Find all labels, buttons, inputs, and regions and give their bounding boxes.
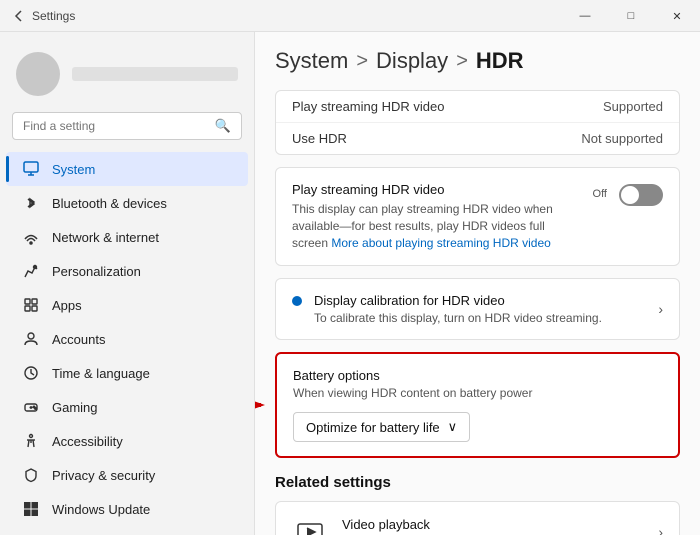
- apps-icon: [22, 296, 40, 314]
- network-icon: [22, 228, 40, 246]
- gaming-icon: [22, 398, 40, 416]
- sidebar-label-bluetooth: Bluetooth & devices: [52, 196, 167, 211]
- breadcrumb-hdr: HDR: [476, 48, 524, 74]
- streaming-hdr-card: Play streaming HDR video This display ca…: [275, 167, 680, 266]
- sidebar-label-gaming: Gaming: [52, 400, 98, 415]
- sidebar-label-accounts: Accounts: [52, 332, 105, 347]
- battery-dropdown-label: Optimize for battery life: [306, 420, 440, 435]
- personalization-icon: [22, 262, 40, 280]
- video-playback-icon: [292, 514, 328, 535]
- sidebar-label-time: Time & language: [52, 366, 150, 381]
- back-button[interactable]: Settings: [12, 9, 75, 23]
- summary-row-2: Use HDR Not supported: [276, 123, 679, 154]
- calibration-desc: To calibrate this display, turn on HDR v…: [314, 311, 602, 325]
- accessibility-icon: [22, 432, 40, 450]
- sidebar-item-accounts[interactable]: Accounts: [6, 322, 248, 356]
- streaming-hdr-toggle[interactable]: [619, 184, 663, 206]
- video-playback-text: Video playback Video adjustments, HDR st…: [342, 517, 615, 535]
- related-settings-title: Related settings: [275, 474, 680, 491]
- toggle-label: Off: [593, 188, 607, 200]
- breadcrumb-sep2: >: [456, 50, 468, 73]
- streaming-hdr-title: Play streaming HDR video: [292, 182, 577, 197]
- battery-dropdown-arrow-icon: ∨: [448, 419, 458, 435]
- sidebar-label-windows: Windows Update: [52, 502, 150, 517]
- red-arrow-annotation: [255, 375, 273, 435]
- sidebar-label-system: System: [52, 162, 95, 177]
- streaming-hdr-desc: This display can play streaming HDR vide…: [292, 201, 577, 251]
- breadcrumb: System > Display > HDR: [275, 48, 680, 74]
- user-name: [72, 67, 238, 81]
- accounts-icon: [22, 330, 40, 348]
- summary-key-2: Use HDR: [292, 131, 347, 146]
- sidebar-item-system[interactable]: System: [6, 152, 248, 186]
- sidebar-item-personalization[interactable]: Personalization: [6, 254, 248, 288]
- sidebar-item-time[interactable]: Time & language: [6, 356, 248, 390]
- user-avatar-section: [0, 44, 254, 112]
- window-controls: — □ ✕: [562, 0, 700, 32]
- battery-options-card: Battery options When viewing HDR content…: [275, 352, 680, 458]
- summary-key-1: Play streaming HDR video: [292, 99, 444, 114]
- sidebar-label-privacy: Privacy & security: [52, 468, 155, 483]
- summary-val-1: Supported: [603, 99, 663, 114]
- battery-section-wrapper: Battery options When viewing HDR content…: [275, 352, 680, 458]
- calibration-title: Display calibration for HDR video: [314, 293, 602, 308]
- sidebar-item-apps[interactable]: Apps: [6, 288, 248, 322]
- minimize-button[interactable]: —: [562, 0, 608, 32]
- content-area: System > Display > HDR Play streaming HD…: [255, 32, 700, 535]
- summary-table: Play streaming HDR video Supported Use H…: [275, 90, 680, 155]
- search-icon: 🔍: [215, 118, 231, 134]
- calibration-dot: [292, 296, 302, 306]
- sidebar-item-bluetooth[interactable]: Bluetooth & devices: [6, 186, 248, 220]
- breadcrumb-display: Display: [376, 48, 448, 74]
- calibration-card[interactable]: Display calibration for HDR video To cal…: [275, 278, 680, 340]
- system-icon: [22, 160, 40, 178]
- battery-dropdown[interactable]: Optimize for battery life ∨: [293, 412, 470, 442]
- maximize-button[interactable]: □: [608, 0, 654, 32]
- battery-options-title: Battery options: [293, 368, 662, 383]
- search-box[interactable]: 🔍: [12, 112, 242, 140]
- titlebar-title: Settings: [32, 9, 75, 23]
- calibration-chevron-icon: ›: [658, 301, 663, 317]
- bluetooth-icon: [22, 194, 40, 212]
- avatar: [16, 52, 60, 96]
- close-button[interactable]: ✕: [654, 0, 700, 32]
- toggle-group: Off: [593, 182, 663, 206]
- search-input[interactable]: [23, 119, 207, 133]
- calibration-text: Display calibration for HDR video To cal…: [314, 293, 602, 325]
- sidebar-label-apps: Apps: [52, 298, 82, 313]
- video-playback-card[interactable]: Video playback Video adjustments, HDR st…: [275, 501, 680, 535]
- sidebar-item-network[interactable]: Network & internet: [6, 220, 248, 254]
- video-playback-title: Video playback: [342, 517, 615, 532]
- video-playback-chevron-icon: ›: [658, 524, 663, 535]
- sidebar-item-accessibility[interactable]: Accessibility: [6, 424, 248, 458]
- main-layout: 🔍 System Bluetooth & devices: [0, 32, 700, 535]
- sidebar-item-windows[interactable]: Windows Update: [6, 492, 248, 526]
- breadcrumb-system: System: [275, 48, 348, 74]
- sidebar-label-accessibility: Accessibility: [52, 434, 123, 449]
- breadcrumb-sep1: >: [356, 50, 368, 73]
- titlebar: Settings — □ ✕: [0, 0, 700, 32]
- sidebar-item-gaming[interactable]: Gaming: [6, 390, 248, 424]
- time-icon: [22, 364, 40, 382]
- summary-val-2: Not supported: [581, 131, 663, 146]
- windows-icon: [22, 500, 40, 518]
- sidebar: 🔍 System Bluetooth & devices: [0, 32, 255, 535]
- privacy-icon: [22, 466, 40, 484]
- battery-options-desc: When viewing HDR content on battery powe…: [293, 386, 662, 400]
- sidebar-label-personalization: Personalization: [52, 264, 141, 279]
- sidebar-item-privacy[interactable]: Privacy & security: [6, 458, 248, 492]
- sidebar-label-network: Network & internet: [52, 230, 159, 245]
- summary-row-1: Play streaming HDR video Supported: [276, 91, 679, 123]
- streaming-hdr-link[interactable]: More about playing streaming HDR video: [331, 236, 550, 250]
